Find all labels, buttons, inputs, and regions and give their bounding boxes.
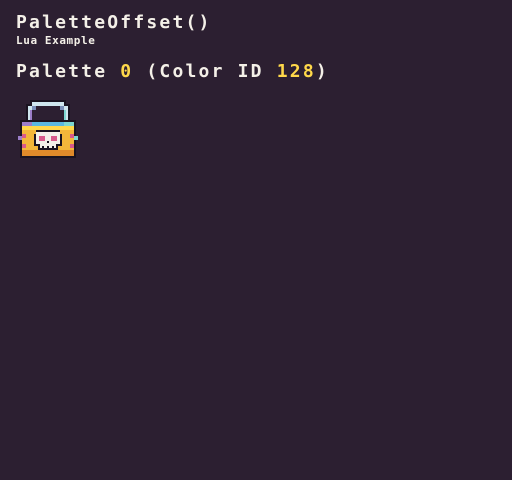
palette-info-prefix: Palette [16, 61, 121, 82]
padlock-skull-icon [18, 100, 78, 158]
palette-info: Palette 0 (Color ID 128) [16, 62, 329, 82]
page-title: PaletteOffset() [16, 12, 212, 33]
palette-info-middle: (Color ID [133, 61, 277, 82]
color-id-value: 128 [276, 61, 316, 82]
palette-index-value: 0 [120, 61, 134, 82]
palette-info-suffix: ) [315, 61, 329, 82]
page-subtitle: Lua Example [16, 34, 96, 47]
